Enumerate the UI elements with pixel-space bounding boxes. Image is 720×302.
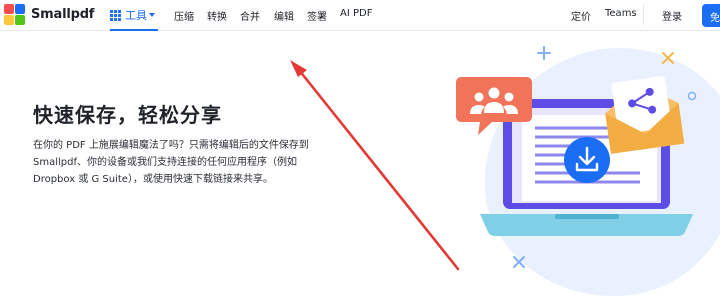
annotation-arrow (290, 60, 460, 271)
